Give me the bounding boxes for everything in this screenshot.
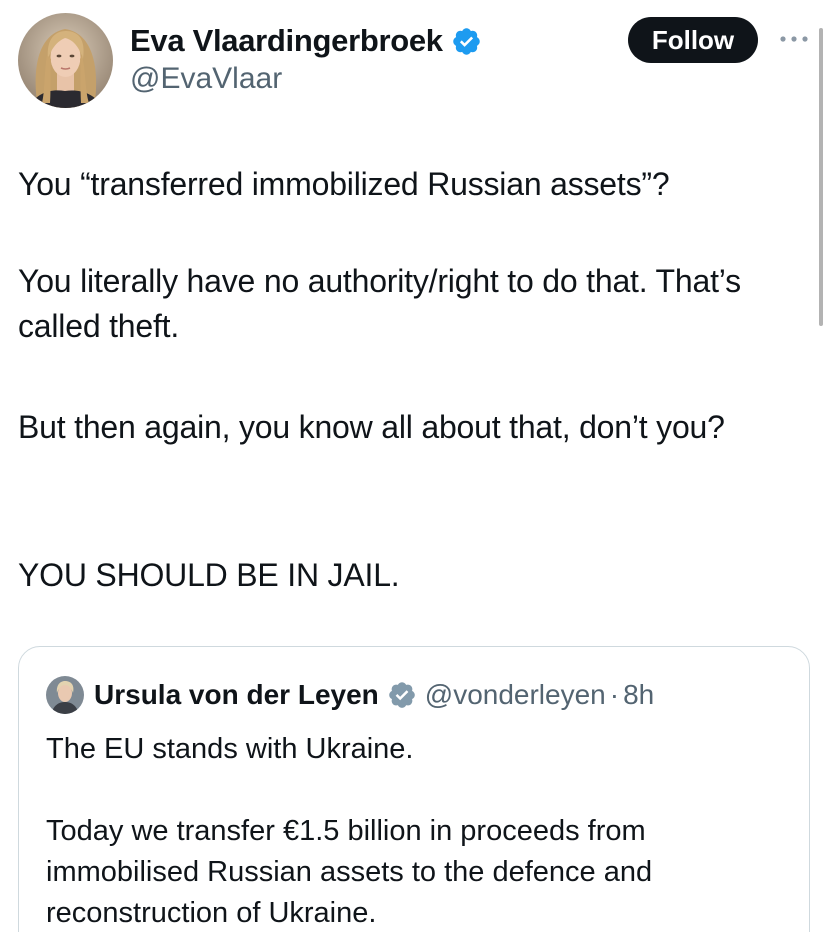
separator-dot: ·	[609, 679, 620, 710]
follow-button[interactable]: Follow	[628, 17, 758, 63]
author-avatar[interactable]	[18, 13, 113, 108]
tweet-view: Eva Vlaardingerbroek @EvaVlaar Follow Yo…	[0, 0, 828, 932]
tweet-paragraph: You literally have no authority/right to…	[18, 263, 741, 344]
author-name-row[interactable]: Eva Vlaardingerbroek	[130, 22, 482, 60]
author-name[interactable]: Eva Vlaardingerbroek	[130, 23, 443, 59]
quoted-author-name[interactable]: Ursula von der Leyen	[94, 679, 379, 711]
quoted-author-handle[interactable]: @vonderleyen	[425, 679, 606, 711]
gov-verified-badge-icon	[387, 680, 417, 710]
verified-badge-icon	[451, 26, 482, 57]
tweet-paragraph: But then again, you know all about that,…	[18, 409, 725, 445]
more-options-button[interactable]	[774, 24, 814, 54]
more-horizontal-icon	[780, 36, 808, 42]
quoted-tweet-timestamp[interactable]: 8h	[623, 679, 654, 711]
quoted-tweet-paragraph: The EU stands with Ukraine.	[46, 733, 414, 765]
author-handle[interactable]: @EvaVlaar	[130, 62, 282, 96]
quoted-tweet-header: Ursula von der Leyen @vonderleyen · 8h	[46, 676, 654, 714]
quoted-author-avatar[interactable]	[46, 676, 84, 714]
tweet-paragraph: You “transferred immobilized Russian ass…	[18, 166, 670, 202]
tweet-paragraph: YOU SHOULD BE IN JAIL.	[18, 557, 400, 593]
quoted-tweet-card[interactable]: Ursula von der Leyen @vonderleyen · 8h T…	[18, 646, 810, 932]
scrollbar-thumb[interactable]	[819, 28, 823, 326]
quoted-tweet-paragraph: Today we transfer €1.5 billion in procee…	[46, 815, 653, 929]
